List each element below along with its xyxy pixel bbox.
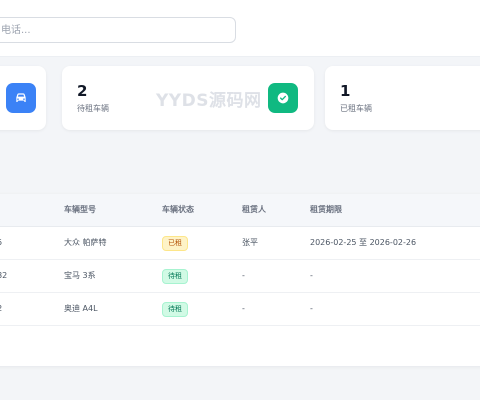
column-header-period: 租赁期限: [310, 205, 342, 214]
table-row[interactable]: 45 大众 帕萨特 已租 张平 2026-02-25 至 2026-02-26: [0, 226, 480, 260]
column-header-status: 车辆状态: [162, 205, 194, 214]
period-cell: 2026-02-25 至 2026-02-26: [310, 238, 417, 247]
search-input[interactable]: [0, 17, 236, 43]
model-cell: 大众 帕萨特: [64, 238, 107, 247]
table-row[interactable]: 52 奥迪 A4L 待租 - -: [0, 292, 480, 326]
car-icon: [6, 83, 36, 113]
period-cell: -: [310, 304, 313, 313]
plate-cell: 232: [0, 271, 8, 280]
stat-label: 已租车辆: [340, 104, 372, 113]
period-cell: -: [310, 271, 313, 280]
plate-cell: 52: [0, 292, 2, 325]
watermark: YYDS源码网: [156, 91, 262, 111]
stat-card-total: [0, 66, 46, 130]
search-bar: [0, 0, 480, 57]
table-header: 车辆型号 车辆状态 租赁人 租赁期限: [0, 194, 480, 227]
status-badge: 已租: [162, 236, 188, 251]
renter-cell: -: [242, 304, 245, 313]
plate-cell: 45: [0, 226, 2, 259]
status-badge: 待租: [162, 269, 188, 284]
stat-value: 1: [340, 82, 351, 100]
model-cell: 奥迪 A4L: [64, 304, 98, 313]
stat-card-rented: 1 已租车辆: [325, 66, 480, 130]
stat-value: 2: [77, 82, 88, 100]
column-header-renter: 租赁人: [242, 205, 266, 214]
vehicle-table: 车辆型号 车辆状态 租赁人 租赁期限 45 大众 帕萨特 已租 张平 2026-…: [0, 194, 480, 366]
check-circle-icon: [268, 83, 298, 113]
model-cell: 宝马 3系: [64, 271, 96, 280]
renter-cell: 张平: [242, 238, 258, 247]
table-row[interactable]: 232 宝马 3系 待租 - -: [0, 259, 480, 293]
page: 2 待租车辆 1 已租车辆 YYDS源码网 车辆型号 车辆状态 租赁人 租赁期限…: [0, 0, 480, 400]
status-badge: 待租: [162, 302, 188, 317]
stat-label: 待租车辆: [77, 104, 109, 113]
renter-cell: -: [242, 271, 245, 280]
column-header-model: 车辆型号: [64, 205, 96, 214]
